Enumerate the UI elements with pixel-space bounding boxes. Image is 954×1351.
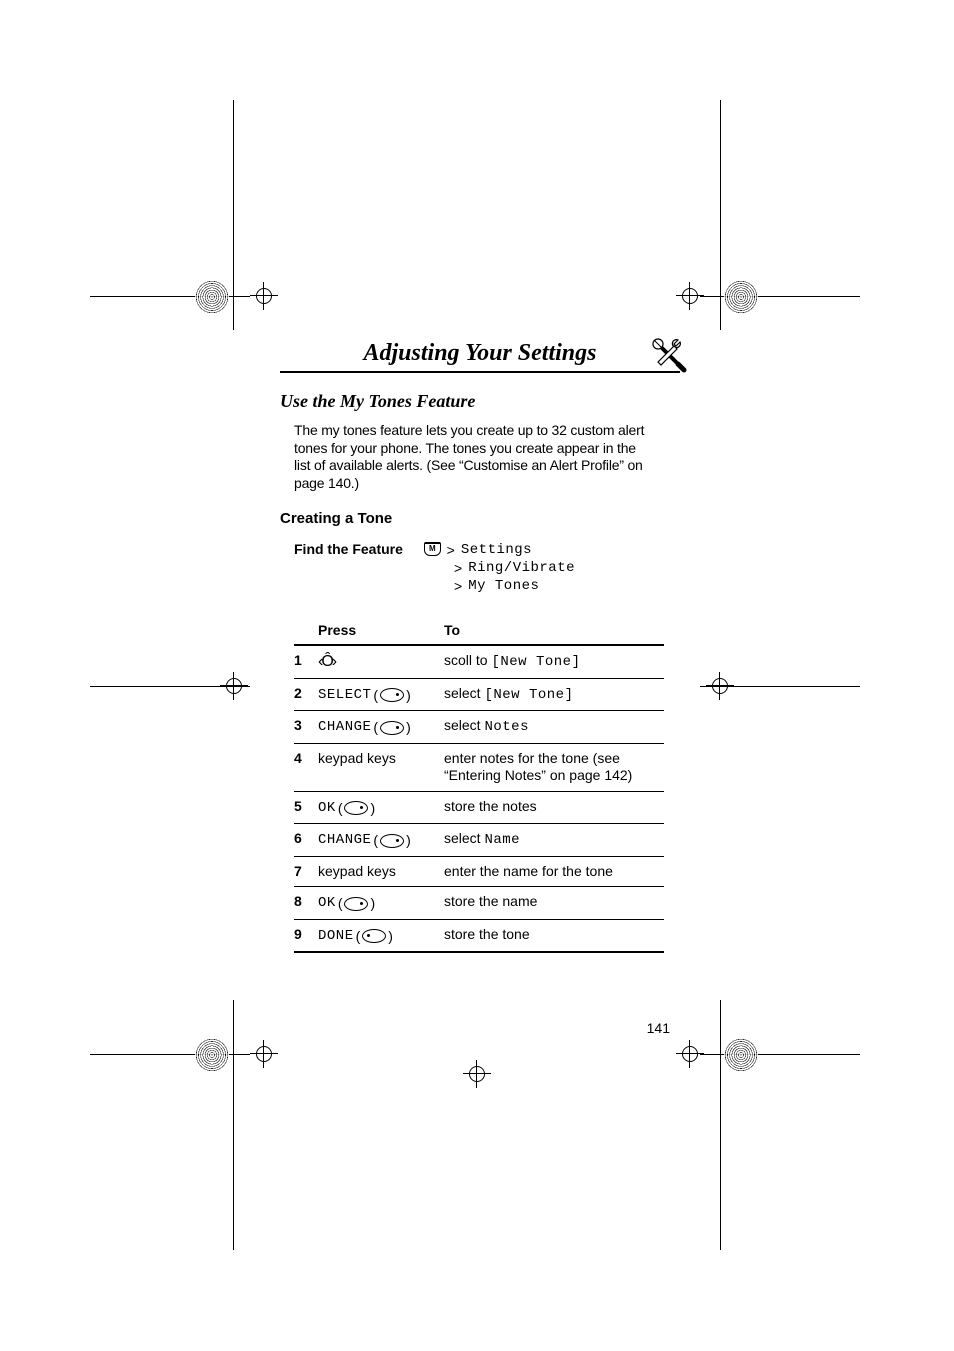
table-row: 3CHANGE () select Notes xyxy=(294,711,664,744)
step-number: 6 xyxy=(294,824,318,857)
step-to: scoll to [New Tone] xyxy=(444,645,664,679)
registration-mark-icon xyxy=(220,672,248,700)
step-number: 4 xyxy=(294,743,318,791)
softkey: OK () xyxy=(318,895,375,913)
step-number: 8 xyxy=(294,887,318,920)
softkey-label: DONE xyxy=(318,928,354,946)
softkey-label: CHANGE xyxy=(318,719,371,737)
menu-key-icon: M xyxy=(424,542,441,556)
step-to: store the notes xyxy=(444,791,664,824)
path-my-tones: My Tones xyxy=(468,577,539,595)
step-number: 1 xyxy=(294,645,318,679)
step-number: 7 xyxy=(294,856,318,887)
table-row: 5OK () store the notes xyxy=(294,791,664,824)
col-num-header xyxy=(294,616,318,645)
step-to: select Notes xyxy=(444,711,664,744)
path-separator: > xyxy=(447,541,455,559)
softkey-label: OK xyxy=(318,895,336,913)
left-softkey-icon xyxy=(362,929,386,943)
softkey: CHANGE () xyxy=(318,832,411,850)
mono-text: [New Tone] xyxy=(484,687,573,703)
chapter-title: Adjusting Your Settings xyxy=(325,340,635,367)
step-to: enter the name for the tone xyxy=(444,856,664,887)
softkey-label: OK xyxy=(318,800,336,818)
halftone-dot-icon xyxy=(195,280,229,314)
nav-key-icon: ‹Ô› xyxy=(318,653,335,670)
table-row: 2SELECT () select [New Tone] xyxy=(294,678,664,711)
find-path: M > Settings > Ring/Vibrate > My Tones xyxy=(424,541,575,596)
registration-mark-icon xyxy=(250,282,278,310)
table-row: 7keypad keysenter the name for the tone xyxy=(294,856,664,887)
registration-mark-icon xyxy=(676,1040,704,1068)
table-row: 8OK () store the name xyxy=(294,887,664,920)
softkey: CHANGE () xyxy=(318,719,411,737)
registration-mark-icon xyxy=(463,1060,491,1088)
registration-mark-icon xyxy=(250,1040,278,1068)
col-press-header: Press xyxy=(318,616,444,645)
step-number: 3 xyxy=(294,711,318,744)
table-row: 1‹Ô› scoll to [New Tone] xyxy=(294,645,664,679)
registration-mark-icon xyxy=(706,672,734,700)
steps-table: Press To 1‹Ô›scoll to [New Tone]2SELECT … xyxy=(294,616,664,954)
chapter-rule xyxy=(280,371,680,373)
step-number: 5 xyxy=(294,791,318,824)
table-row: 4keypad keysenter notes for the tone (se… xyxy=(294,743,664,791)
table-row: 9DONE () store the tone xyxy=(294,919,664,952)
registration-mark-icon xyxy=(676,282,704,310)
step-to: store the tone xyxy=(444,919,664,952)
halftone-dot-icon xyxy=(724,1038,758,1072)
step-press: OK () xyxy=(318,791,444,824)
step-to: select [New Tone] xyxy=(444,678,664,711)
mono-text: Notes xyxy=(484,719,529,735)
softkey: DONE () xyxy=(318,928,393,946)
right-softkey-icon xyxy=(380,721,404,735)
halftone-dot-icon xyxy=(195,1038,229,1072)
step-press: OK () xyxy=(318,887,444,920)
path-separator: > xyxy=(454,577,462,595)
step-press: DONE () xyxy=(318,919,444,952)
mono-text: [New Tone] xyxy=(491,654,580,670)
mono-text: Name xyxy=(484,832,520,848)
softkey: SELECT () xyxy=(318,687,411,705)
step-press: keypad keys xyxy=(318,743,444,791)
step-to: store the name xyxy=(444,887,664,920)
step-number: 9 xyxy=(294,919,318,952)
crop-mark xyxy=(720,1000,721,1250)
table-row: 6CHANGE () select Name xyxy=(294,824,664,857)
softkey-label: SELECT xyxy=(318,687,371,705)
right-softkey-icon xyxy=(380,834,404,848)
right-softkey-icon xyxy=(344,897,368,911)
step-press: SELECT () xyxy=(318,678,444,711)
step-press: CHANGE () xyxy=(318,711,444,744)
find-the-feature: Find the Feature M > Settings > Ring/Vib… xyxy=(294,541,680,596)
right-softkey-icon xyxy=(344,801,368,815)
find-label: Find the Feature xyxy=(294,541,424,596)
path-settings: Settings xyxy=(461,541,532,559)
crop-mark xyxy=(233,1000,234,1250)
right-softkey-icon xyxy=(380,688,404,702)
softkey: OK () xyxy=(318,800,375,818)
halftone-dot-icon xyxy=(724,280,758,314)
softkey-label: CHANGE xyxy=(318,832,371,850)
path-separator: > xyxy=(454,559,462,577)
step-to: enter notes for the tone (see “Entering … xyxy=(444,743,664,791)
path-ring-vibrate: Ring/Vibrate xyxy=(468,559,575,577)
page-number: 141 xyxy=(647,1020,670,1036)
step-press: CHANGE () xyxy=(318,824,444,857)
step-to: select Name xyxy=(444,824,664,857)
page-content: Adjusting Your Settings Use the My Tones… xyxy=(280,340,680,953)
step-press: ‹Ô› xyxy=(318,645,444,679)
step-number: 2 xyxy=(294,678,318,711)
intro-paragraph: The my tones feature lets you create up … xyxy=(294,422,654,492)
step-press: keypad keys xyxy=(318,856,444,887)
wrench-screwdriver-icon xyxy=(648,334,690,381)
col-to-header: To xyxy=(444,616,664,645)
sub-title: Creating a Tone xyxy=(280,510,680,527)
section-title: Use the My Tones Feature xyxy=(280,391,680,412)
